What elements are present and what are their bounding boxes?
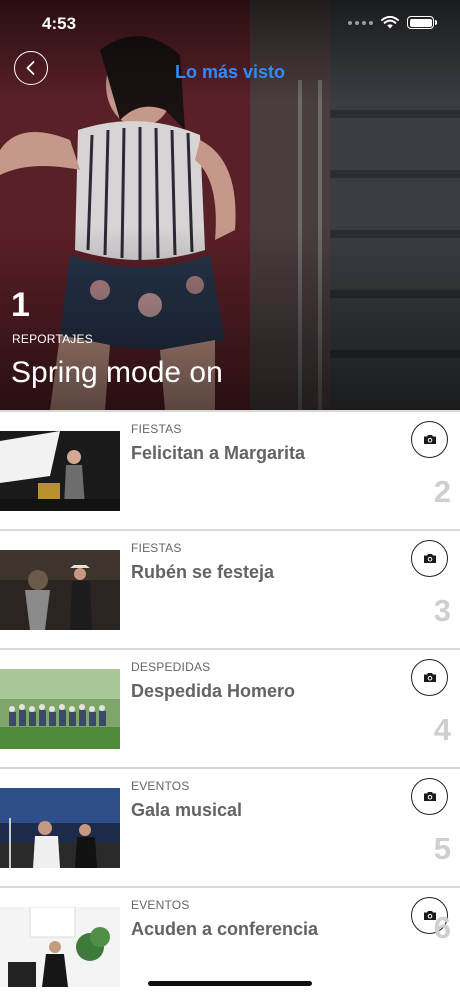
item-category: FIESTAS	[131, 422, 182, 436]
hero-rank: 1	[11, 286, 30, 324]
thumbnail-image	[0, 788, 120, 868]
list-item[interactable]: DESPEDIDAS Despedida Homero 4	[0, 648, 460, 767]
list-item[interactable]: EVENTOS Acuden a conferencia 6	[0, 886, 460, 996]
list-item[interactable]: EVENTOS Gala musical 5	[0, 767, 460, 886]
gallery-button[interactable]	[411, 659, 448, 696]
camera-icon	[423, 435, 436, 444]
home-indicator[interactable]	[148, 981, 312, 986]
item-title[interactable]: Acuden a conferencia	[131, 919, 318, 940]
gallery-button[interactable]	[411, 421, 448, 458]
item-rank: 3	[433, 593, 451, 628]
item-rank: 6	[433, 910, 451, 945]
status-time: 4:53	[42, 14, 77, 33]
thumbnail-image	[0, 669, 120, 749]
battery-icon	[407, 16, 437, 29]
status-bar: 4:53	[0, 0, 460, 50]
item-rank: 4	[433, 712, 451, 747]
camera-icon	[423, 792, 436, 801]
camera-icon	[423, 554, 436, 563]
item-category: EVENTOS	[131, 779, 190, 793]
hero-category: REPORTAJES	[12, 332, 93, 346]
page-title: Lo más visto	[174, 62, 286, 82]
cellular-signal-icon	[348, 20, 373, 25]
thumbnail-image	[0, 550, 120, 630]
item-rank: 5	[433, 831, 451, 866]
most-viewed-list: FIESTAS Felicitan a Margarita 2 FIESTAS …	[0, 410, 460, 996]
item-title[interactable]: Despedida Homero	[131, 681, 295, 702]
list-item[interactable]: FIESTAS Rubén se festeja 3	[0, 529, 460, 648]
status-icons	[348, 16, 437, 29]
item-category: EVENTOS	[131, 898, 190, 912]
item-rank: 2	[433, 474, 451, 509]
item-category: FIESTAS	[131, 541, 182, 555]
camera-icon	[423, 673, 436, 682]
item-title[interactable]: Felicitan a Margarita	[131, 443, 305, 464]
gallery-button[interactable]	[411, 778, 448, 815]
item-title[interactable]: Gala musical	[131, 800, 242, 821]
thumbnail-image	[0, 907, 120, 987]
thumbnail-image	[0, 431, 120, 511]
item-category: DESPEDIDAS	[131, 660, 211, 674]
item-title[interactable]: Rubén se festeja	[131, 562, 274, 583]
hero-title[interactable]: Spring mode on	[11, 356, 223, 390]
wifi-icon	[381, 16, 399, 29]
hero-feature[interactable]: 4:53 Lo más visto 1 REPORTAJES Spring mo…	[0, 0, 460, 410]
gallery-button[interactable]	[411, 540, 448, 577]
list-item[interactable]: FIESTAS Felicitan a Margarita 2	[0, 410, 460, 529]
